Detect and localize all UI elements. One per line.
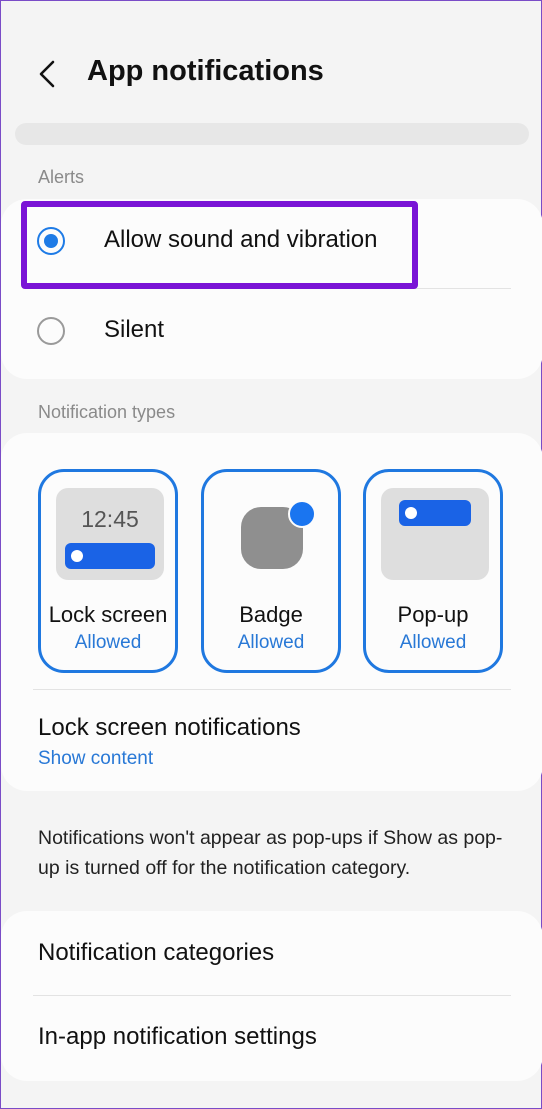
preview-dot <box>405 507 417 519</box>
setting-value: Show content <box>38 748 154 769</box>
item-label: In-app notification settings <box>38 1023 317 1050</box>
pop-up-preview <box>381 488 489 580</box>
alerts-card: Allow sound and vibration Silent <box>1 199 542 379</box>
alert-option-label: Allow sound and vibration <box>104 226 378 253</box>
preview-dot <box>71 550 83 562</box>
lock-screen-preview: 12:45 <box>56 488 164 580</box>
tile-label: Pop-up <box>397 602 469 627</box>
divider <box>33 689 511 690</box>
page-title: App notifications <box>87 55 324 87</box>
tile-status: Allowed <box>74 632 142 653</box>
radio-selected-icon[interactable] <box>37 227 65 255</box>
tile-lock-screen[interactable]: 12:45 Lock screen Allowed <box>38 469 178 673</box>
tile-status: Allowed <box>237 632 305 653</box>
info-note: Notifications won't appear as pop-ups if… <box>38 827 503 879</box>
tile-status: Allowed <box>399 632 467 653</box>
preview-time: 12:45 <box>81 506 139 532</box>
tile-pop-up[interactable]: Pop-up Allowed <box>363 469 503 673</box>
tile-badge[interactable]: Badge Allowed <box>201 469 341 673</box>
tile-label: Badge <box>239 602 303 627</box>
tile-label: Lock screen <box>48 602 168 627</box>
app-header: App notifications <box>1 41 542 111</box>
preview-notification-bar <box>65 543 155 569</box>
notification-categories-item[interactable]: Notification categories <box>1 911 542 995</box>
alert-option-sound-vibration[interactable]: Allow sound and vibration <box>1 199 542 287</box>
alert-option-silent[interactable]: Silent <box>1 289 542 377</box>
alerts-section-label: Alerts <box>38 167 85 187</box>
notification-types-section-label: Notification types <box>38 402 176 422</box>
in-app-notification-settings-item[interactable]: In-app notification settings <box>1 996 542 1080</box>
item-label: Notification categories <box>38 939 275 966</box>
setting-title: Lock screen notifications <box>38 714 301 741</box>
chevron-left-icon <box>39 60 55 88</box>
preview-notification-bar <box>399 500 471 526</box>
badge-dot-icon <box>288 500 316 528</box>
back-button[interactable] <box>31 57 65 91</box>
alert-option-label: Silent <box>104 316 165 343</box>
radio-unselected-icon[interactable] <box>37 317 65 345</box>
more-settings-card: Notification categories In-app notificat… <box>1 911 542 1081</box>
collapsed-app-info-strip <box>15 123 529 145</box>
